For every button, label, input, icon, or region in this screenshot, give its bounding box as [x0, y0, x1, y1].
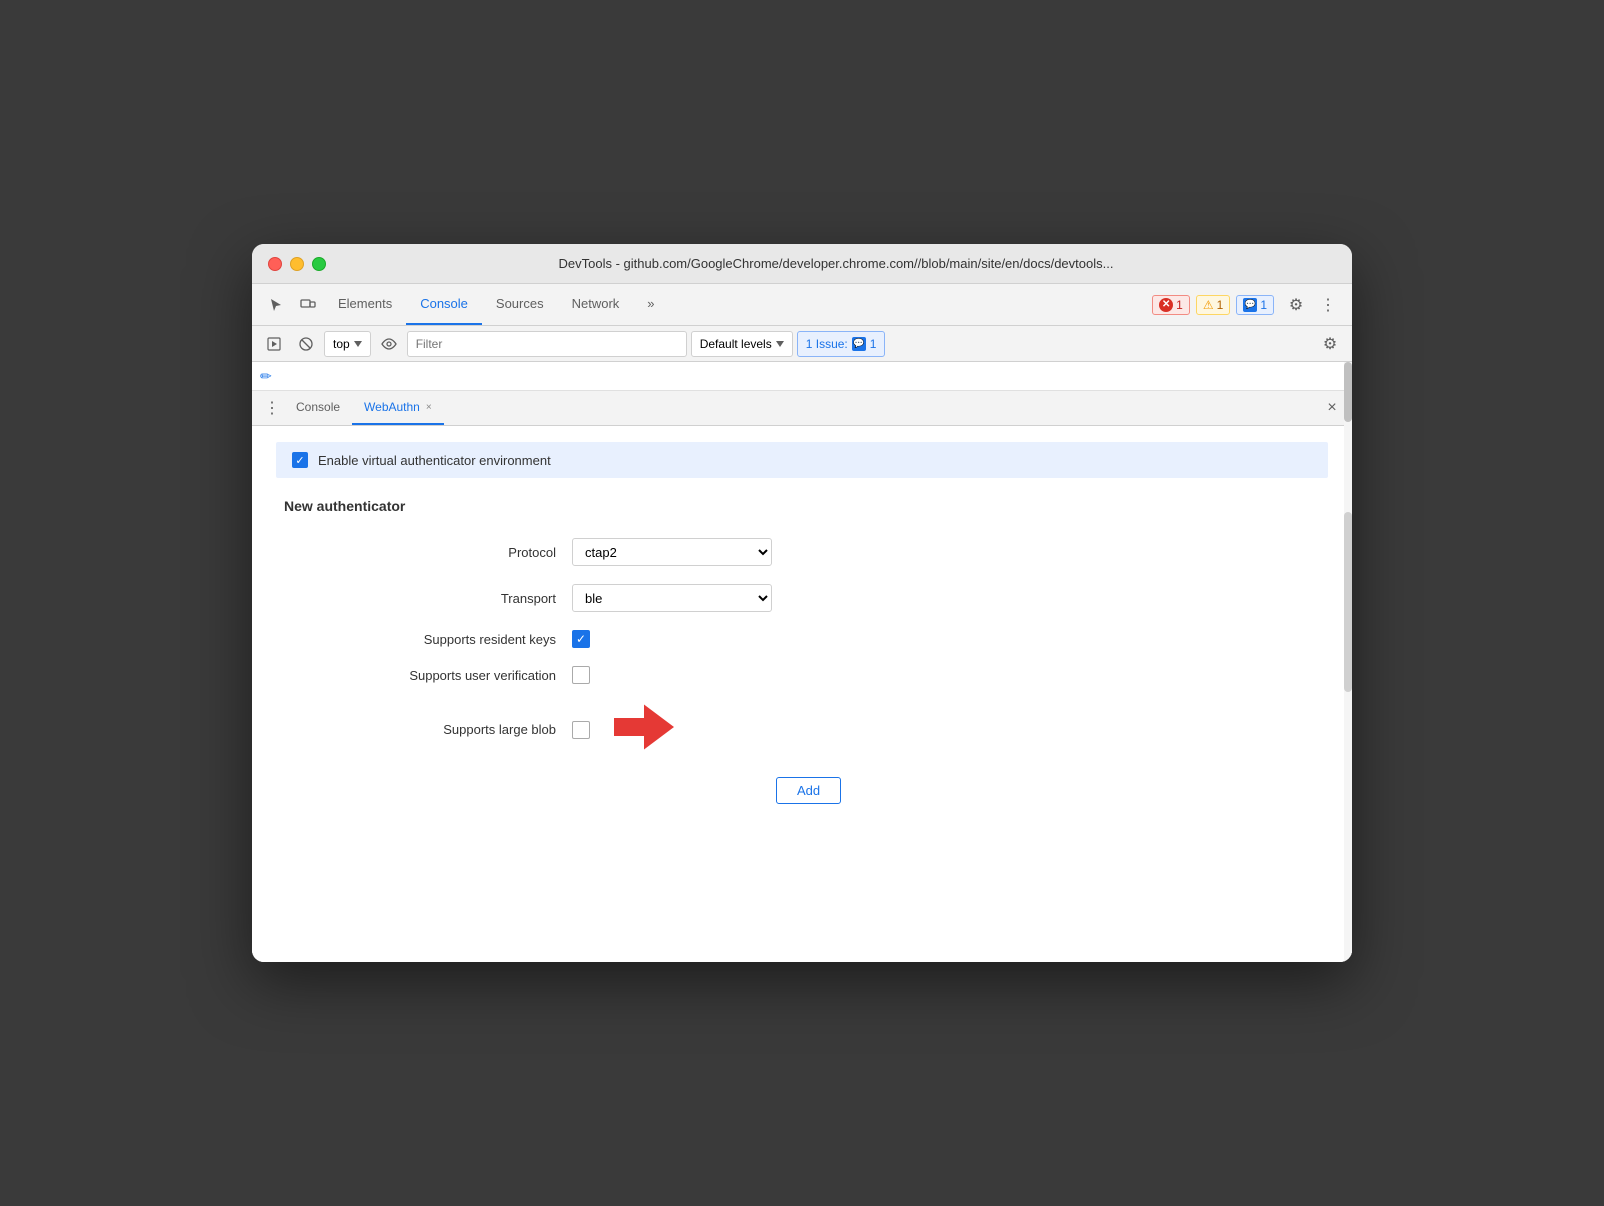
devtools-body: ✏ ⋮ Console WebAuthn × × ✓ Enable virtua…: [252, 362, 1352, 962]
warn-badge[interactable]: ⚠ 1: [1196, 295, 1230, 315]
devtools-window: DevTools - github.com/GoogleChrome/devel…: [252, 244, 1352, 962]
panel-close-button[interactable]: ×: [1320, 396, 1344, 420]
new-authenticator-title: New authenticator: [284, 498, 1328, 514]
add-authenticator-button[interactable]: Add: [776, 777, 841, 804]
large-blob-row: Supports large blob: [336, 702, 1328, 757]
tab-sources[interactable]: Sources: [482, 284, 558, 325]
resident-keys-row: Supports resident keys ✓: [336, 630, 1328, 648]
user-verification-label: Supports user verification: [336, 668, 556, 683]
run-script-button[interactable]: [260, 330, 288, 358]
protocol-select[interactable]: ctap2 u2f: [572, 538, 772, 566]
panel-tab-close-icon[interactable]: ×: [426, 402, 432, 413]
issue-icon: 💬: [852, 337, 866, 351]
panel-menu-icon[interactable]: ⋮: [260, 396, 284, 420]
enable-authenticator-row: ✓ Enable virtual authenticator environme…: [276, 442, 1328, 478]
panel-tab-console[interactable]: Console: [284, 391, 352, 425]
transport-label: Transport: [336, 591, 556, 606]
issue-badge[interactable]: 1 Issue: 💬 1: [797, 331, 886, 357]
close-button[interactable]: [268, 257, 282, 271]
transport-row: Transport ble usb nfc internal: [336, 584, 1328, 612]
devtools-settings-icon[interactable]: ⚙: [1280, 284, 1312, 325]
panel-tab-webauthn[interactable]: WebAuthn ×: [352, 391, 444, 425]
error-icon: ✕: [1159, 298, 1173, 312]
tab-console[interactable]: Console: [406, 284, 482, 325]
protocol-label: Protocol: [336, 545, 556, 560]
pencil-area: ✏: [252, 362, 1352, 390]
console-settings-icon[interactable]: ⚙: [1316, 330, 1344, 358]
eye-icon[interactable]: [375, 330, 403, 358]
console-toolbar: top Default levels 1 Issue: 💬 1 ⚙: [252, 326, 1352, 362]
context-selector[interactable]: top: [324, 331, 371, 357]
red-arrow-indicator: [614, 702, 674, 757]
devtools-tab-bar: Elements Console Sources Network » ✕ 1 ⚠…: [252, 284, 1352, 326]
tab-more[interactable]: »: [633, 284, 668, 325]
traffic-lights: [268, 257, 326, 271]
clear-console-button[interactable]: [292, 330, 320, 358]
maximize-button[interactable]: [312, 257, 326, 271]
level-selector[interactable]: Default levels: [691, 331, 793, 357]
webauthn-panel: ✓ Enable virtual authenticator environme…: [252, 426, 1352, 962]
enable-label: Enable virtual authenticator environment: [318, 453, 551, 468]
authenticator-form: Protocol ctap2 u2f Transport ble usb nfc…: [336, 538, 1328, 757]
tab-elements[interactable]: Elements: [324, 284, 406, 325]
resident-keys-checkbox[interactable]: ✓: [572, 630, 590, 648]
protocol-row: Protocol ctap2 u2f: [336, 538, 1328, 566]
enable-checkbox[interactable]: ✓: [292, 452, 308, 468]
console-scrollbar-thumb[interactable]: [1344, 362, 1352, 422]
title-bar: DevTools - github.com/GoogleChrome/devel…: [252, 244, 1352, 284]
pencil-icon: ✏: [260, 368, 272, 385]
transport-select[interactable]: ble usb nfc internal: [572, 584, 772, 612]
large-blob-label: Supports large blob: [336, 722, 556, 737]
user-verification-checkbox[interactable]: [572, 666, 590, 684]
panel-scrollbar-thumb[interactable]: [1344, 512, 1352, 692]
filter-input[interactable]: [407, 331, 687, 357]
panel-scrollbar-track[interactable]: [1344, 482, 1352, 962]
cursor-icon[interactable]: [260, 284, 292, 325]
user-verification-row: Supports user verification: [336, 666, 1328, 684]
minimize-button[interactable]: [290, 257, 304, 271]
badge-area: ✕ 1 ⚠ 1 💬 1: [1146, 284, 1280, 325]
window-title: DevTools - github.com/GoogleChrome/devel…: [336, 256, 1336, 271]
large-blob-checkbox[interactable]: [572, 721, 590, 739]
devtools-more-icon[interactable]: ⋮: [1312, 284, 1344, 325]
warn-icon: ⚠: [1203, 298, 1214, 312]
comment-icon: 💬: [1243, 298, 1257, 312]
tab-network[interactable]: Network: [558, 284, 634, 325]
info-badge[interactable]: 💬 1: [1236, 295, 1274, 315]
resident-keys-label: Supports resident keys: [336, 632, 556, 647]
panel-tab-bar: ⋮ Console WebAuthn × ×: [252, 390, 1352, 426]
error-badge[interactable]: ✕ 1: [1152, 295, 1190, 315]
device-toggle-icon[interactable]: [292, 284, 324, 325]
